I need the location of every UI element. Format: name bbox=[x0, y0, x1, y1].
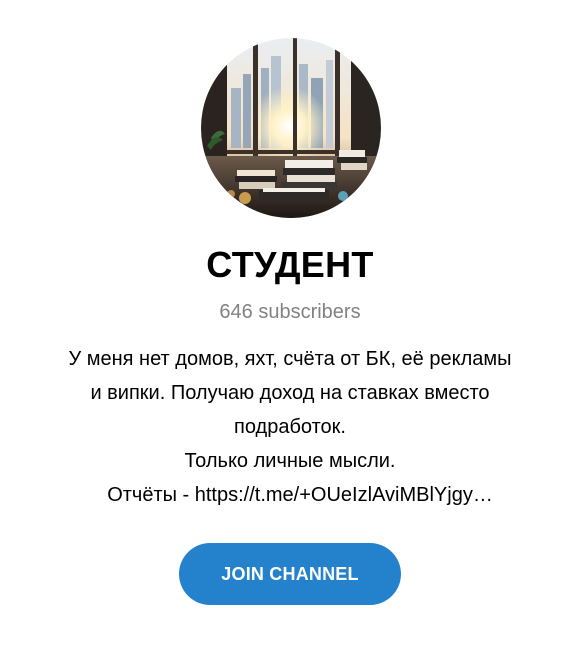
subscriber-count: 646 subscribers bbox=[219, 301, 361, 323]
description-line: подработок. bbox=[234, 416, 346, 438]
join-channel-button[interactable]: JOIN CHANNEL bbox=[179, 543, 401, 605]
channel-avatar bbox=[201, 38, 381, 218]
channel-card: СТУДЕНТ 646 subscribers У меня нет домов… bbox=[0, 0, 580, 664]
description-line: У меня нет домов, яхт, счёта от БК, её р… bbox=[68, 348, 512, 370]
description-line: и випки. Получаю доход на ставках вместо bbox=[90, 382, 490, 404]
channel-description: У меня нет домов, яхт, счёта от БК, её р… bbox=[10, 342, 570, 512]
description-line: Только личные мысли. bbox=[184, 450, 396, 472]
description-link-line[interactable]: Отчёты - https://t.me/+OUeIzlAviMBlYjgy… bbox=[10, 478, 570, 512]
avatar-image bbox=[201, 38, 381, 218]
channel-title: СТУДЕНТ bbox=[206, 244, 374, 285]
